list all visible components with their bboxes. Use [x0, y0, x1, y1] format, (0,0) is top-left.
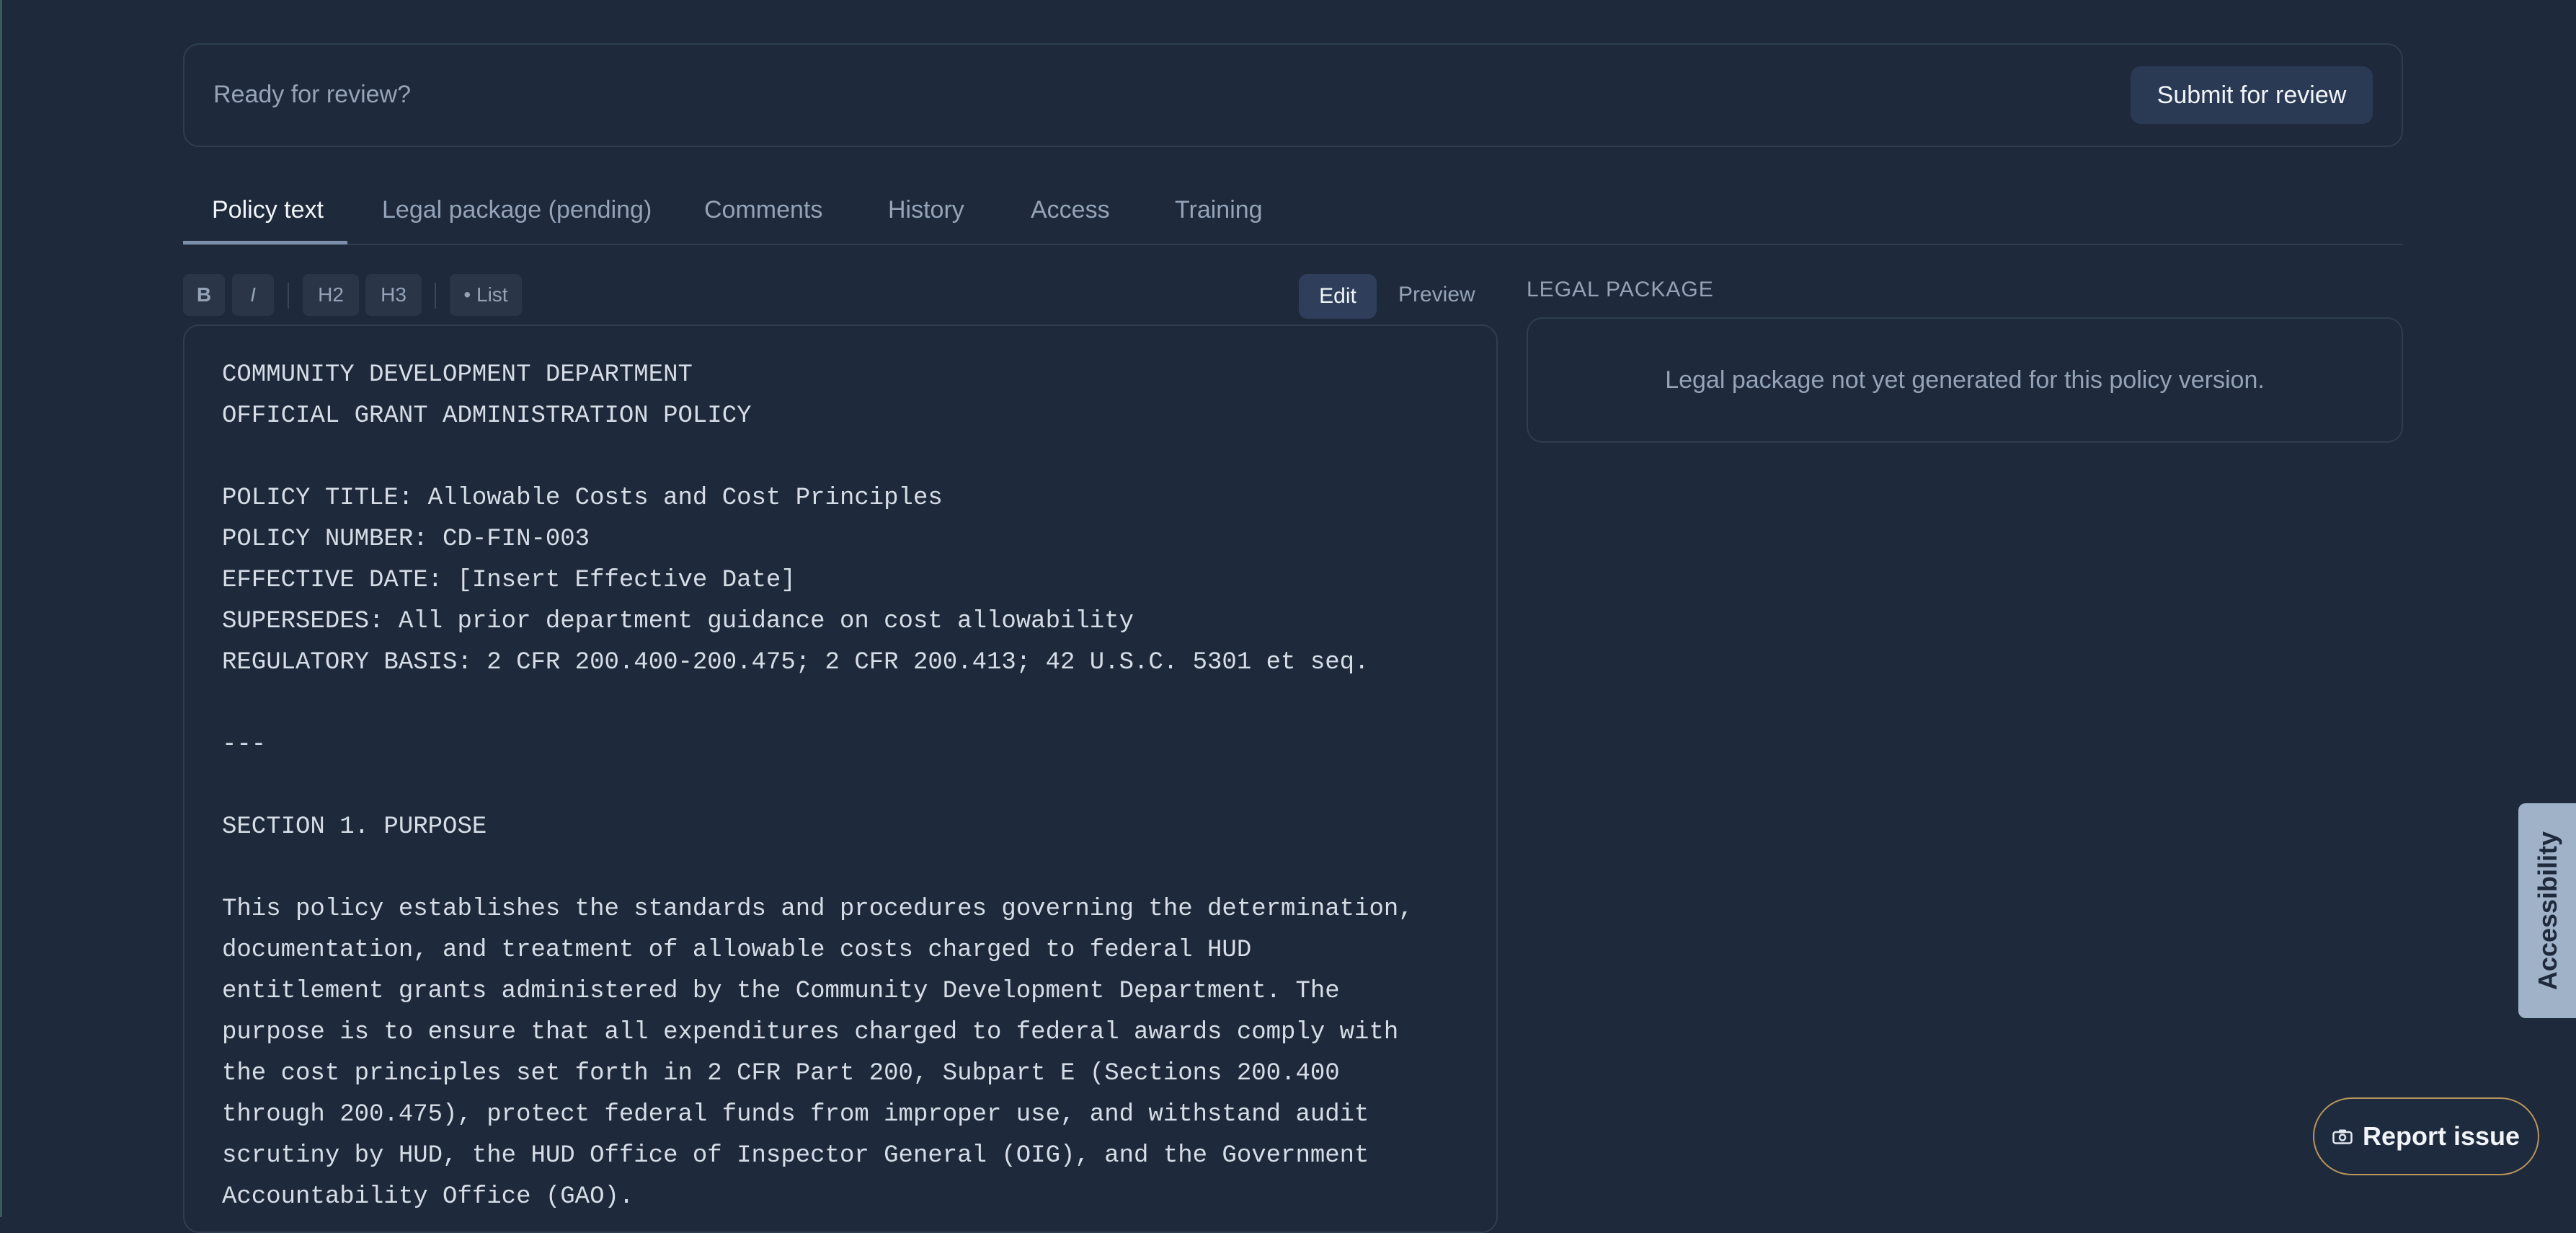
list-button[interactable]: • List — [450, 274, 522, 316]
report-issue-label: Report issue — [2362, 1121, 2521, 1151]
edit-mode-button[interactable]: Edit — [1299, 274, 1377, 319]
accessibility-label: Accessibility — [2533, 831, 2563, 991]
review-bar: Ready for review? Submit for review — [183, 43, 2403, 147]
heading2-button[interactable]: H2 — [303, 274, 359, 316]
toolbar-divider — [288, 283, 289, 309]
submit-for-review-button[interactable]: Submit for review — [2131, 66, 2373, 124]
bold-button[interactable]: B — [183, 274, 225, 316]
tab-history[interactable]: History — [888, 196, 964, 224]
policy-text-content[interactable]: COMMUNITY DEVELOPMENT DEPARTMENT OFFICIA… — [222, 355, 1476, 1218]
tab-bar: Policy text Legal package (pending) Comm… — [183, 180, 2403, 245]
legal-package-message: Legal package not yet generated for this… — [1665, 366, 2265, 394]
active-tab-indicator — [183, 241, 347, 244]
tab-comments[interactable]: Comments — [704, 196, 822, 224]
report-issue-button[interactable]: Report issue — [2313, 1097, 2539, 1175]
italic-button[interactable]: I — [232, 274, 274, 316]
editor-toolbar: B I H2 H3 • List Edit Preview — [183, 274, 1502, 319]
preview-mode-button[interactable]: Preview — [1398, 283, 1475, 307]
camera-icon — [2332, 1128, 2353, 1144]
heading3-button[interactable]: H3 — [365, 274, 422, 316]
tab-training[interactable]: Training — [1175, 196, 1263, 224]
app-frame: Ready for review? Submit for review Poli… — [0, 0, 2576, 1233]
legal-package-heading: LEGAL PACKAGE — [1527, 278, 1714, 301]
review-prompt: Ready for review? — [213, 81, 412, 108]
tab-legal-package[interactable]: Legal package (pending) — [382, 196, 652, 224]
accessibility-tab[interactable]: Accessibility — [2518, 803, 2576, 1018]
tab-policy-text[interactable]: Policy text — [212, 196, 324, 224]
policy-text-editor[interactable]: COMMUNITY DEVELOPMENT DEPARTMENT OFFICIA… — [183, 324, 1498, 1233]
legal-package-panel: Legal package not yet generated for this… — [1527, 317, 2403, 443]
toolbar-divider — [435, 283, 436, 309]
tab-access[interactable]: Access — [1031, 196, 1110, 224]
